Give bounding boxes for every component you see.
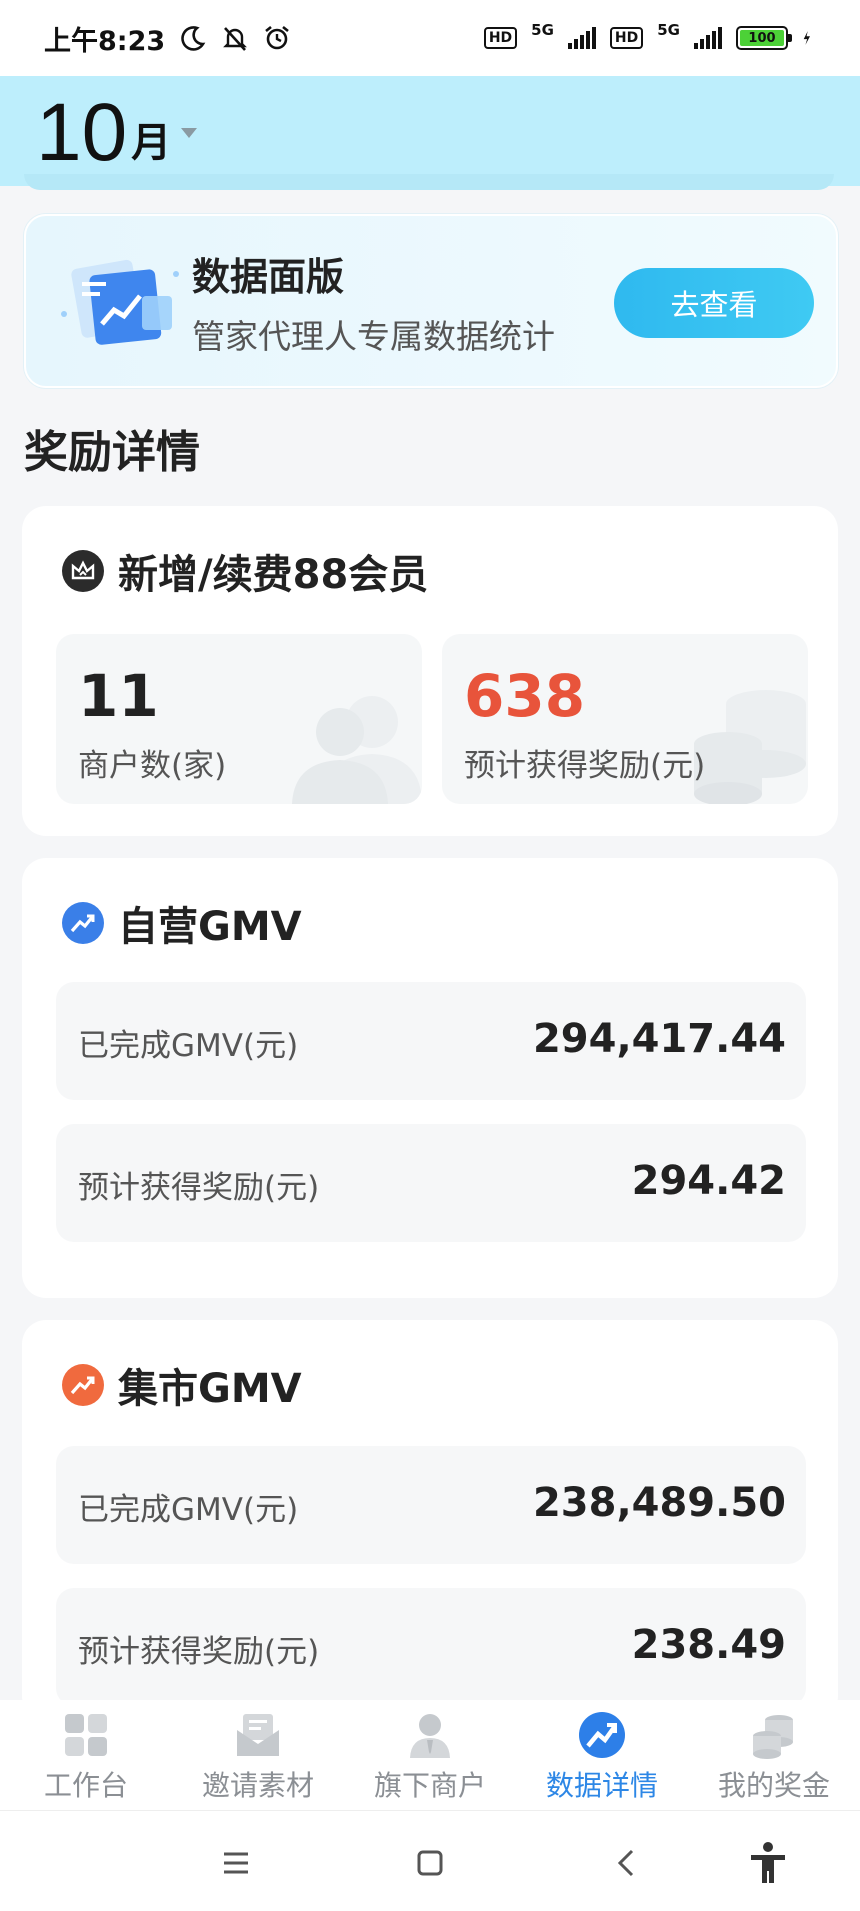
battery-icon: 100 xyxy=(736,26,792,50)
mute-icon xyxy=(223,27,248,51)
market-gmv-title: 集市GMV xyxy=(118,1366,302,1412)
invite-envelope-icon xyxy=(237,1714,279,1756)
accessibility-icon[interactable] xyxy=(746,1841,790,1885)
status-time: 上午8:23 xyxy=(44,25,166,57)
market-gmv-completed-label: 已完成GMV(元) xyxy=(78,1492,299,1528)
month-unit: 月 xyxy=(131,120,172,166)
home-square-icon[interactable] xyxy=(408,1841,452,1885)
market-gmv-completed-value: 238,489.50 xyxy=(532,1480,786,1526)
header-strip xyxy=(24,174,834,190)
data-panel-title: 数据面版 xyxy=(192,255,345,299)
status-bar: 上午8:23 HD 5G HD 5G 100 xyxy=(0,0,860,76)
self-gmv-card: 自营GMV 已完成GMV(元) 294,417.44 预计获得奖励(元) 294… xyxy=(22,858,838,1298)
member-reward-label: 预计获得奖励(元) xyxy=(464,748,706,784)
market-gmv-reward-value: 238.49 xyxy=(631,1622,786,1668)
market-gmv-completed-row: 已完成GMV(元) 238,489.50 xyxy=(56,1446,806,1564)
self-gmv-header: 自营GMV xyxy=(62,894,302,952)
member-reward-value: 638 xyxy=(464,662,586,730)
self-gmv-completed-label: 已完成GMV(元) xyxy=(78,1028,299,1064)
self-gmv-reward-value: 294.42 xyxy=(631,1158,786,1204)
member-card-title: 新增/续费88会员 xyxy=(118,552,429,598)
bottom-navigation: 工作台 邀请素材 旗下商户 数据详情 我的奖金 xyxy=(0,1700,860,1810)
dashboard-grid-icon xyxy=(65,1714,107,1756)
nav-item-bonus[interactable]: 我的奖金 xyxy=(688,1700,860,1810)
menu-icon[interactable] xyxy=(214,1841,258,1885)
caret-down-icon xyxy=(181,128,198,138)
data-chart-illustration-icon xyxy=(61,259,179,345)
hd-badge: HD xyxy=(483,27,518,49)
hd-badge-2: HD xyxy=(609,27,644,49)
nav-item-merchants[interactable]: 旗下商户 xyxy=(344,1700,516,1810)
app-screen: 上午8:23 HD 5G HD 5G 100 10 月 数据面版 管家代理人专属… xyxy=(0,0,860,1911)
market-gmv-reward-label: 预计获得奖励(元) xyxy=(78,1634,320,1670)
coins-icon xyxy=(753,1715,793,1759)
nav-item-workbench[interactable]: 工作台 xyxy=(0,1700,172,1810)
month-number: 10 xyxy=(36,87,128,178)
network-type-2: 5G xyxy=(657,21,680,39)
network-type: 5G xyxy=(531,21,554,39)
alarm-icon xyxy=(265,25,289,50)
charging-icon xyxy=(803,31,810,45)
data-panel-subtitle: 管家代理人专属数据统计 xyxy=(192,317,555,356)
nav-label-bonus: 我的奖金 xyxy=(717,1769,830,1802)
merchant-count-value: 11 xyxy=(78,662,159,730)
people-icon xyxy=(292,696,422,804)
trend-up-orange-icon xyxy=(62,1364,104,1406)
battery-level: 100 xyxy=(740,30,784,46)
status-right: HD 5G HD 5G 100 xyxy=(483,21,818,52)
crown-icon xyxy=(62,550,104,592)
self-gmv-completed-value: 294,417.44 xyxy=(532,1016,786,1062)
view-data-button[interactable]: 去查看 xyxy=(614,268,814,338)
trend-up-blue-icon xyxy=(62,902,104,944)
merchant-count-label: 商户数(家) xyxy=(78,748,227,784)
signal-icon-2 xyxy=(694,27,722,49)
trend-chart-icon xyxy=(579,1712,625,1758)
merchant-person-icon xyxy=(410,1714,450,1758)
member-reward-box: 638 预计获得奖励(元) xyxy=(442,634,808,804)
system-navigation-bar xyxy=(0,1810,860,1911)
member-card-header: 新增/续费88会员 xyxy=(62,542,428,600)
nav-item-invite[interactable]: 邀请素材 xyxy=(172,1700,344,1810)
self-gmv-completed-row: 已完成GMV(元) 294,417.44 xyxy=(56,982,806,1100)
coins-stack-icon xyxy=(694,690,806,804)
signal-icon xyxy=(567,27,596,49)
data-panel-card[interactable]: 数据面版 管家代理人专属数据统计 去查看 xyxy=(24,214,838,388)
status-left: 上午8:23 xyxy=(44,19,291,58)
nav-label-workbench: 工作台 xyxy=(43,1769,128,1802)
market-gmv-header: 集市GMV xyxy=(62,1356,302,1414)
merchant-count-box: 11 商户数(家) xyxy=(56,634,422,804)
market-gmv-reward-row: 预计获得奖励(元) 238.49 xyxy=(56,1588,806,1706)
nav-label-merchants: 旗下商户 xyxy=(373,1769,486,1802)
nav-label-invite: 邀请素材 xyxy=(201,1769,314,1802)
self-gmv-title: 自营GMV xyxy=(118,904,302,950)
nav-label-data-details: 数据详情 xyxy=(545,1769,658,1802)
month-selector[interactable]: 10 月 xyxy=(36,87,198,178)
nav-item-data-details[interactable]: 数据详情 xyxy=(516,1700,688,1810)
section-title: 奖励详情 xyxy=(24,427,200,478)
back-chevron-icon[interactable] xyxy=(604,1841,648,1885)
moon-icon xyxy=(181,26,206,51)
market-gmv-card: 集市GMV 已完成GMV(元) 238,489.50 预计获得奖励(元) 238… xyxy=(22,1320,838,1720)
self-gmv-reward-label: 预计获得奖励(元) xyxy=(78,1170,320,1206)
self-gmv-reward-row: 预计获得奖励(元) 294.42 xyxy=(56,1124,806,1242)
member-reward-card: 新增/续费88会员 11 商户数(家) 638 预计获得奖励(元) xyxy=(22,506,838,836)
